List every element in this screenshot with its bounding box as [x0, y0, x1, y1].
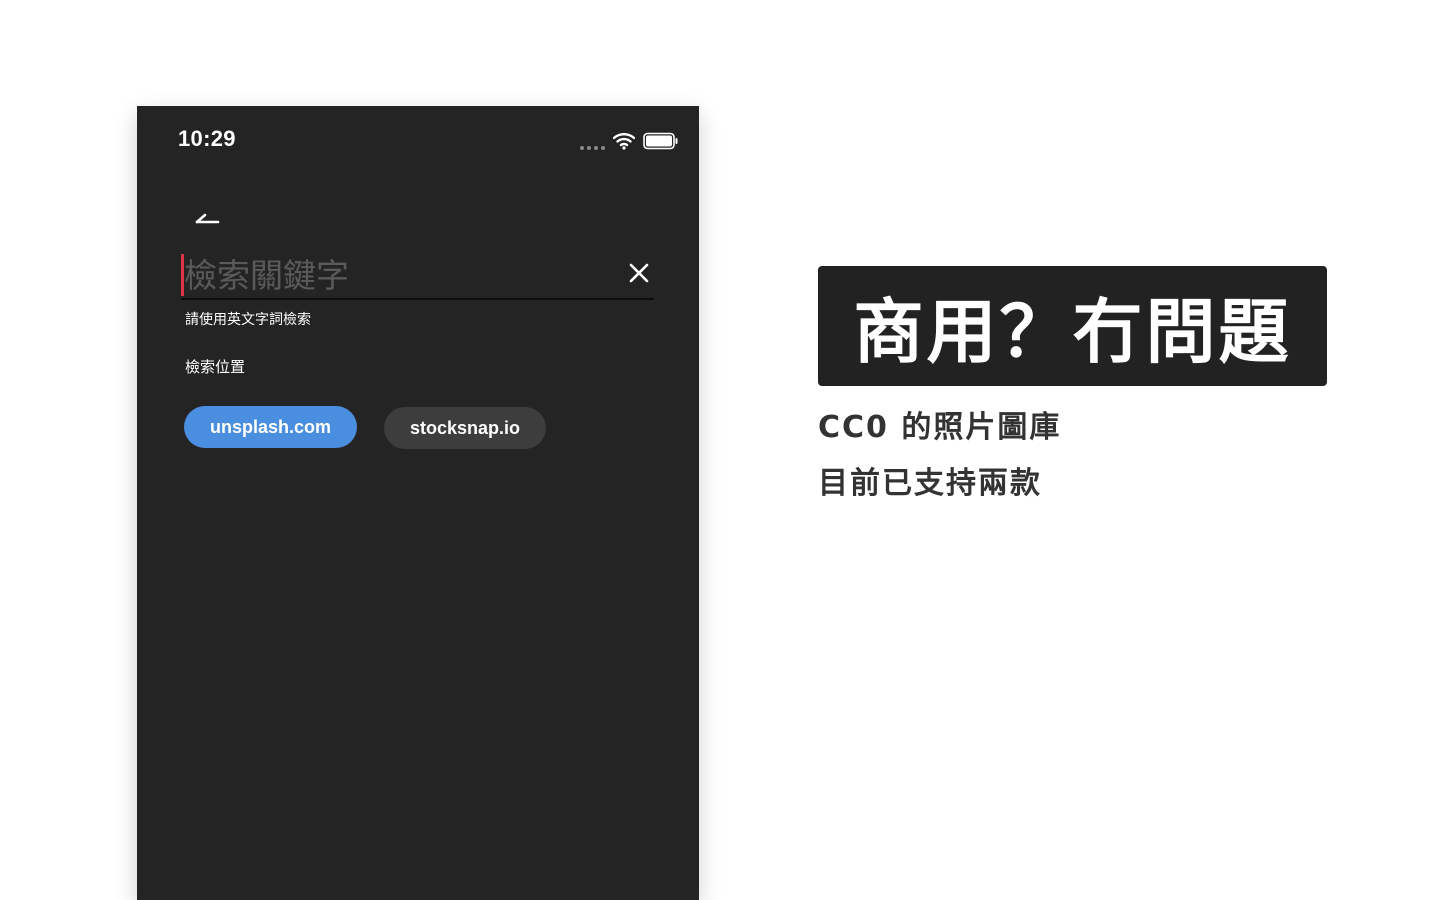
back-arrow-icon — [195, 213, 220, 224]
status-bar: 10:29 — [137, 106, 699, 176]
wifi-icon — [613, 132, 635, 150]
source-chip-stocksnap[interactable]: stocksnap.io — [384, 407, 546, 449]
search-field — [181, 252, 654, 300]
search-source-label: 檢索位置 — [185, 358, 246, 376]
battery-icon — [643, 132, 679, 150]
status-icons — [580, 130, 679, 152]
status-time: 10:29 — [178, 126, 236, 151]
search-helper-text: 請使用英文字詞檢索 — [185, 312, 311, 328]
headline: 商用？冇問題 — [853, 290, 1292, 373]
phone-screen: 10:29 檢索關鍵字 請使用英文字詞檢索 檢索位置 unsplash.com … — [137, 106, 699, 900]
headline-box: 商用？冇問題 — [818, 266, 1327, 386]
canvas: 10:29 檢索關鍵字 請使用英文字詞檢索 檢索位置 unsplash.com … — [0, 0, 1440, 900]
promo-line-1: CC0 的照片圖庫 — [818, 410, 1062, 445]
close-icon — [629, 263, 649, 283]
back-button[interactable] — [192, 204, 222, 234]
promo-line-2: 目前已支持兩款 — [818, 466, 1042, 501]
signal-dots-icon — [580, 146, 605, 150]
search-input[interactable] — [184, 252, 614, 298]
source-chip-unsplash[interactable]: unsplash.com — [184, 406, 357, 448]
clear-search-button[interactable] — [624, 258, 654, 288]
